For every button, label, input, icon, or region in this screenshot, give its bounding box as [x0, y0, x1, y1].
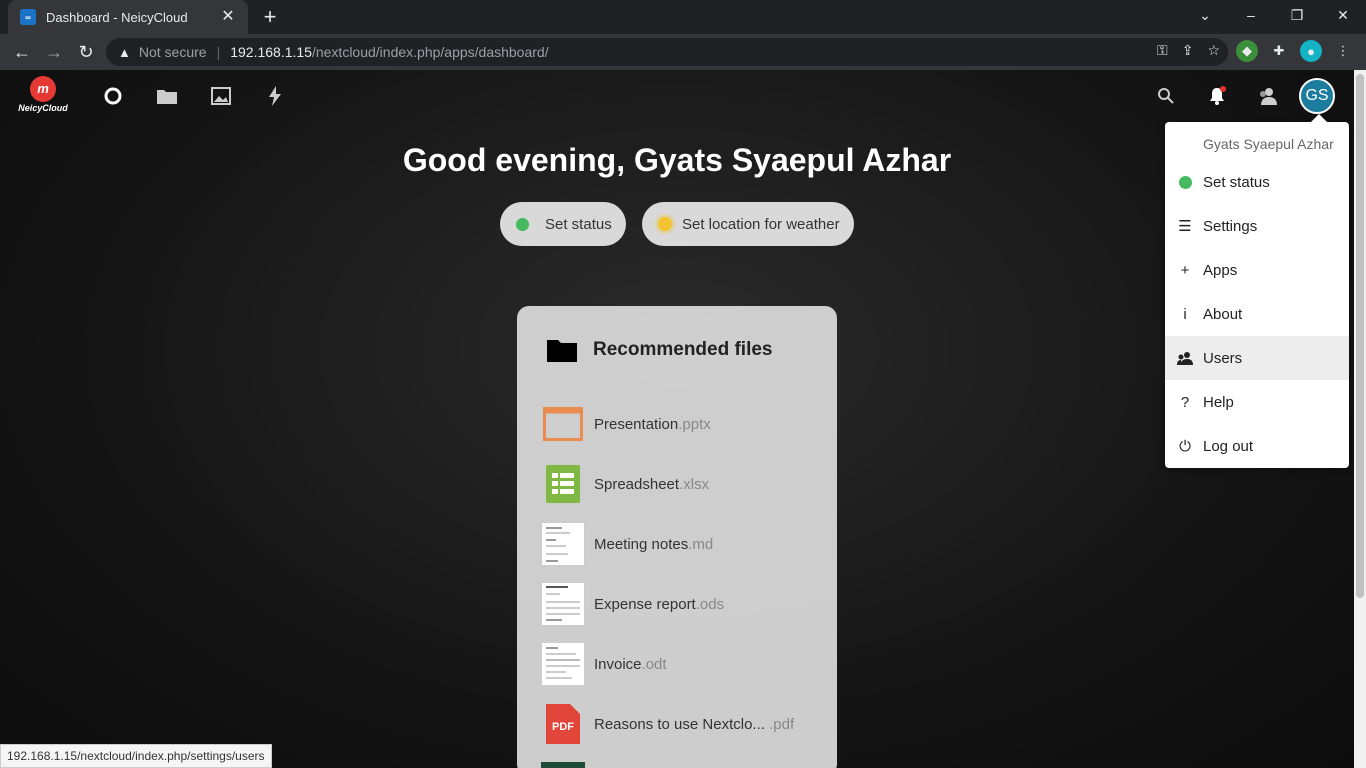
folder-icon [547, 340, 577, 362]
nextcloud-favicon-icon: ∞ [20, 9, 36, 25]
link-status-bar: 192.168.1.15/nextcloud/index.php/setting… [0, 744, 272, 768]
reload-icon[interactable]: ↻ [74, 40, 98, 64]
user-avatar[interactable]: GS [1299, 78, 1335, 114]
set-weather-label: Set location for weather [682, 215, 840, 233]
omnibox-actions: ⚿ ⇪ ☆ [1157, 42, 1220, 59]
pdf-label: PDF [552, 721, 574, 733]
menu-item-label: About [1203, 305, 1243, 323]
menu-item-help[interactable]: ? Help [1165, 380, 1349, 424]
status-dot-icon [1177, 174, 1193, 190]
settings-list-icon: ☰ [1178, 218, 1192, 235]
help-icon: ? [1180, 393, 1190, 411]
nextcloud-header: m NeicyCloud GS [0, 70, 1354, 122]
warning-icon: ▲ [118, 44, 131, 60]
file-name: Expense report.ods [594, 595, 725, 613]
invoice-preview-icon [541, 642, 585, 686]
minimize-icon[interactable]: – [1228, 0, 1274, 30]
key-icon[interactable]: ⚿ [1157, 42, 1168, 59]
user-menu-dropdown: Gyats Syaepul Azhar Set status ☰ Setting… [1165, 114, 1349, 468]
menu-item-set-status[interactable]: Set status [1165, 160, 1349, 204]
file-item-reasons-pdf[interactable]: PDF Reasons to use Nextclo... .pdf [541, 700, 831, 748]
puzzle-extensions-icon[interactable]: ✚ [1268, 40, 1290, 62]
menu-item-apps[interactable]: + Apps [1165, 248, 1349, 292]
profile-icon[interactable]: ● [1300, 40, 1322, 62]
url-path: /nextcloud/index.php/apps/dashboard/ [311, 44, 549, 60]
browser-toolbar: ← → ↻ ▲ Not secure | 192.168.1.15 /nextc… [0, 34, 1366, 70]
files-app-icon[interactable] [155, 84, 179, 108]
browser-tab-strip: ∞ Dashboard - NeicyCloud ✕ + ⌄ – ❐ ✕ [0, 0, 1366, 34]
tab-search-icon[interactable]: ⌄ [1182, 0, 1228, 30]
file-item-presentation[interactable]: Presentation.pptx [541, 400, 831, 448]
next-file-preview [541, 762, 585, 768]
file-name: Presentation.pptx [594, 415, 711, 433]
recommended-files-widget: Recommended files Presentation.pptx Spre… [517, 306, 837, 768]
tab-title: Dashboard - NeicyCloud [46, 9, 188, 25]
share-icon[interactable]: ⇪ [1182, 42, 1194, 59]
menu-item-log-out[interactable]: ⏻ Log out [1165, 424, 1349, 468]
file-item-invoice[interactable]: Invoice.odt [541, 640, 831, 688]
extension-icon[interactable]: ◆ [1236, 40, 1258, 62]
file-item-expense-report[interactable]: Expense report.ods [541, 580, 831, 628]
pdf-file-icon: PDF [541, 702, 585, 746]
tab-close-icon[interactable]: ✕ [218, 7, 238, 27]
search-icon[interactable] [1154, 84, 1178, 108]
menu-user-name: Gyats Syaepul Azhar [1203, 136, 1334, 152]
widget-header: Recommended files [547, 338, 773, 362]
file-item-spreadsheet[interactable]: Spreadsheet.xlsx [541, 460, 831, 508]
menu-item-label: Users [1203, 349, 1243, 367]
dashboard-app-icon[interactable] [101, 84, 125, 108]
spreadsheet-file-icon [541, 462, 585, 506]
file-name: Reasons to use Nextclo... .pdf [594, 715, 795, 733]
activity-app-icon[interactable] [263, 84, 287, 108]
document-preview-icon [541, 522, 585, 566]
address-bar[interactable]: ▲ Not secure | 192.168.1.15 /nextcloud/i… [106, 38, 1228, 66]
info-icon: i [1183, 305, 1187, 323]
url-host: 192.168.1.15 [230, 44, 312, 60]
menu-item-about[interactable]: i About [1165, 292, 1349, 336]
menu-item-label: Set status [1203, 173, 1270, 191]
page-scrollbar[interactable] [1354, 70, 1366, 768]
menu-item-label: Help [1203, 393, 1234, 411]
not-secure-label: Not secure [138, 44, 207, 60]
file-name: Meeting notes.md [594, 535, 714, 553]
browser-tab[interactable]: ∞ Dashboard - NeicyCloud ✕ [8, 0, 248, 34]
browser-menu-icon[interactable]: ⋮ [1332, 40, 1354, 62]
plus-icon: + [1180, 261, 1190, 279]
greeting-title: Good evening, Gyats Syaepul Azhar [402, 142, 952, 178]
extensions-bar: ◆ ✚ ● ⋮ [1236, 40, 1354, 62]
new-tab-button[interactable]: + [258, 5, 282, 29]
file-item-meeting-notes[interactable]: Meeting notes.md [541, 520, 831, 568]
users-icon [1177, 350, 1193, 366]
restore-icon[interactable]: ❐ [1274, 0, 1320, 30]
menu-item-label: Apps [1203, 261, 1238, 279]
spreadsheet-preview-icon [541, 582, 585, 626]
omnibox-separator: | [216, 44, 221, 60]
contacts-icon[interactable] [1255, 84, 1279, 108]
bookmark-star-icon[interactable]: ☆ [1207, 42, 1220, 59]
scrollbar-thumb[interactable] [1356, 74, 1364, 598]
neicycloud-logo[interactable]: m NeicyCloud [18, 76, 68, 116]
set-weather-location-button[interactable]: Set location for weather [642, 202, 854, 246]
power-icon: ⏻ [1179, 437, 1191, 455]
file-name: Spreadsheet.xlsx [594, 475, 710, 493]
logo-mark-icon: m [30, 76, 56, 102]
online-status-icon [516, 217, 529, 231]
logo-text: NeicyCloud [18, 103, 68, 113]
notifications-bell-icon[interactable] [1205, 84, 1229, 108]
menu-item-users[interactable]: Users [1165, 336, 1349, 380]
menu-item-label: Settings [1203, 217, 1258, 235]
presentation-file-icon [541, 402, 585, 446]
back-icon[interactable]: ← [10, 40, 34, 64]
weather-sun-icon [658, 217, 672, 231]
widget-title: Recommended files [593, 339, 773, 360]
forward-icon[interactable]: → [42, 40, 66, 64]
menu-item-settings[interactable]: ☰ Settings [1165, 204, 1349, 248]
file-name: Invoice.odt [594, 655, 667, 673]
photos-app-icon[interactable] [209, 84, 233, 108]
close-window-icon[interactable]: ✕ [1320, 0, 1366, 30]
dashboard-page: m NeicyCloud GS Good evening, Gyats Syae… [0, 70, 1354, 768]
set-status-label: Set status [545, 215, 612, 233]
set-status-button[interactable]: Set status [500, 202, 626, 246]
menu-item-label: Log out [1203, 437, 1254, 455]
